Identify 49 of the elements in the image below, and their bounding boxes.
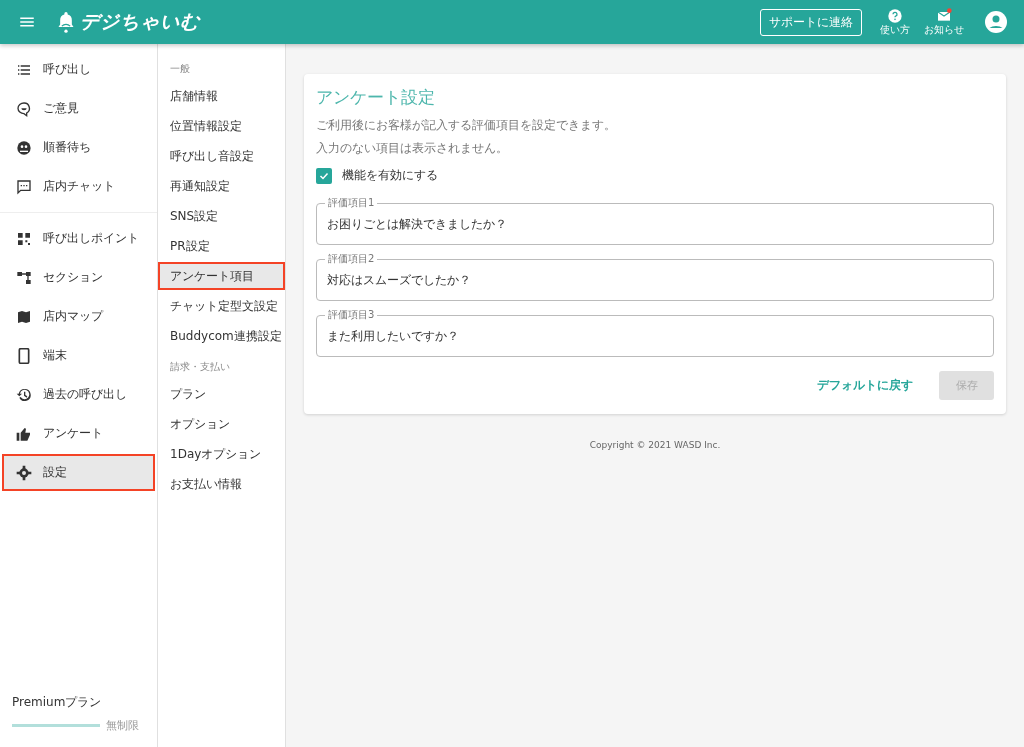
section-heading: 請求・支払い xyxy=(169,360,231,374)
history-icon xyxy=(16,386,32,403)
sidebar-item[interactable]: 端末 xyxy=(2,337,155,374)
sidebar-item[interactable]: 順番待ち xyxy=(2,129,155,166)
checkbox-label: 機能を有効にする xyxy=(342,167,438,184)
map-icon xyxy=(16,308,32,325)
sidebar-item[interactable]: 過去の呼び出し xyxy=(2,376,155,413)
settings-menu-item[interactable]: 店舗情報 xyxy=(158,82,285,110)
settings-menu-item[interactable]: アンケート項目 xyxy=(158,262,285,290)
enable-checkbox[interactable] xyxy=(316,167,332,184)
settings-menu-item[interactable]: 1Dayオプション xyxy=(158,440,285,468)
card-title: アンケート設定 xyxy=(316,86,436,109)
description-text: 入力のない項目は表示されません。 xyxy=(316,140,509,157)
account-icon[interactable] xyxy=(984,10,1008,34)
thumb-icon xyxy=(16,425,32,442)
bell-logo-icon xyxy=(56,10,76,34)
description-text: ご利用後にお客様が記入する評価項目を設定できます。 xyxy=(316,117,617,134)
settings-menu-item[interactable]: SNS設定 xyxy=(158,202,285,230)
settings-menu-item[interactable]: PR設定 xyxy=(158,232,285,260)
copyright-text: Copyright © 2021 WASD Inc. xyxy=(589,440,721,450)
sidebar-item[interactable]: ご意見 xyxy=(2,90,155,127)
logo-text: デジちゃいむ xyxy=(80,9,200,34)
settings-menu-item[interactable]: 位置情報設定 xyxy=(158,112,285,140)
sidebar-item[interactable]: セクション xyxy=(2,259,155,296)
settings-menu-item[interactable]: オプション xyxy=(158,410,285,438)
mail-icon[interactable] xyxy=(936,8,952,24)
section-heading: 一般 xyxy=(169,62,191,76)
feedback-icon xyxy=(16,100,32,117)
sidebar-item[interactable]: 呼び出し xyxy=(2,51,155,88)
settings-menu-item[interactable]: Buddycom連携設定 xyxy=(158,322,285,350)
plan-limit: 無制限 xyxy=(106,718,139,733)
sidebar-item[interactable]: 設定 xyxy=(2,454,155,491)
settings-menu-item[interactable]: お支払い情報 xyxy=(158,470,285,498)
sidebar-item[interactable]: 店内マップ xyxy=(2,298,155,335)
settings-menu-item[interactable]: プラン xyxy=(158,380,285,408)
plan-name: Premiumプラン xyxy=(12,694,103,711)
notifications-label: お知らせ xyxy=(924,24,964,36)
tree-icon xyxy=(16,269,32,286)
settings-menu-item[interactable]: 再通知設定 xyxy=(158,172,285,200)
qr-icon xyxy=(16,230,32,247)
settings-menu-item[interactable]: 呼び出し音設定 xyxy=(158,142,285,170)
help-icon[interactable] xyxy=(887,8,903,24)
settings-menu-item[interactable]: チャット定型文設定 xyxy=(158,292,285,320)
sidebar-item[interactable]: アンケート xyxy=(2,415,155,452)
chat-icon xyxy=(16,178,32,195)
sidebar-item[interactable]: 呼び出しポイント xyxy=(2,220,155,257)
phone-icon xyxy=(16,347,32,364)
help-label: 使い方 xyxy=(880,24,910,36)
sidebar-item[interactable]: 店内チャット xyxy=(2,168,155,205)
